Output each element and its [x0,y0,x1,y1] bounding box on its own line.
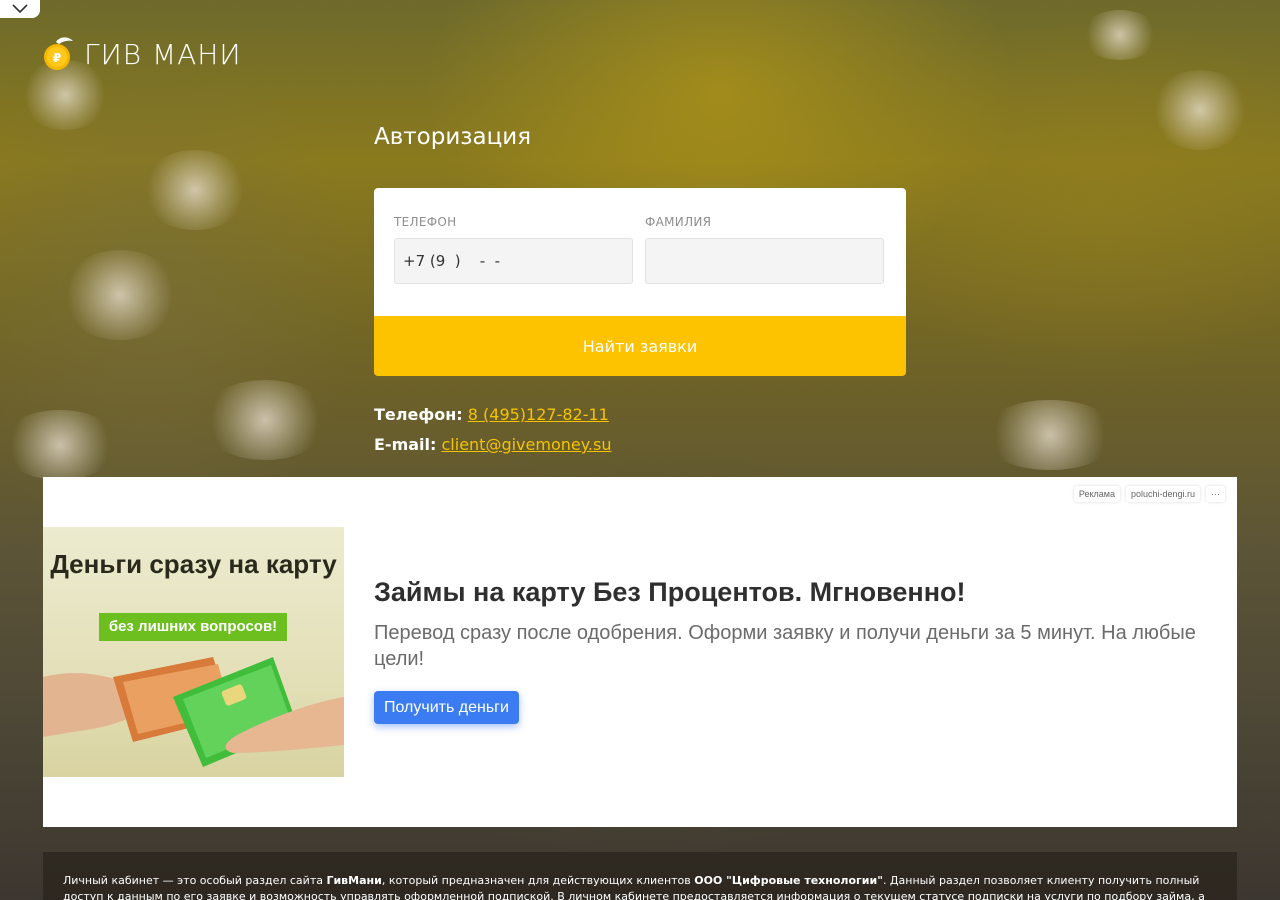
coin-symbol: ₽ [53,51,61,65]
background-blossom [0,410,120,480]
ad-text: Перевод сразу после одобрения. Оформи за… [374,622,1196,670]
contact-email-link[interactable]: client@givemoney.su [442,435,612,454]
chevron-down-icon [12,4,28,14]
contact-phone-label: Телефон: [374,405,463,424]
coin-icon: ₽ [44,37,73,70]
contact-phone-row: Телефон: 8 (495)127-82-11 [374,400,611,430]
phone-input[interactable] [394,238,633,284]
background-blossom [140,150,250,230]
ad-tags: Реклама poluchi-dengi.ru ··· [1073,486,1225,502]
surname-input[interactable] [645,238,884,284]
ad-banner[interactable]: Реклама poluchi-dengi.ru ··· Деньги сраз… [43,477,1237,827]
ad-image[interactable]: Деньги сразу на карту без лишних вопросо… [43,527,344,777]
background-blossom [1080,10,1160,60]
collapse-toggle[interactable] [0,0,40,18]
hands-with-card-illustration [43,657,344,767]
auth-form: ТЕЛЕФОН ФАМИЛИЯ [374,188,906,316]
footer-company: ООО "Цифровые технологии" [694,874,883,887]
get-money-button[interactable]: Получить деньги [374,691,519,724]
ad-more-menu-button[interactable]: ··· [1206,486,1225,502]
ad-domain-badge[interactable]: poluchi-dengi.ru [1125,486,1200,502]
background-blossom [1150,70,1250,150]
site-logo[interactable]: ₽ ГИВ МАНИ [42,36,241,72]
brand-name: ГИВ МАНИ [84,37,242,71]
find-applications-button[interactable]: Найти заявки [374,316,906,376]
contact-email-label: E-mail: [374,435,437,454]
phone-label: ТЕЛЕФОН [394,215,457,229]
contact-phone-link[interactable]: 8 (495)127-82-11 [468,405,609,424]
footer-text: , который предназначен для действующих к… [381,874,695,887]
contact-email-row: E-mail: client@givemoney.su [374,430,611,460]
contacts: Телефон: 8 (495)127-82-11 E-mail: client… [374,400,611,460]
ad-headline[interactable]: Займы на карту Без Процентов. Мгновенно! [374,577,965,608]
footer-brand: ГивМани [326,874,382,887]
background-blossom [980,400,1120,470]
ad-label-badge[interactable]: Реклама [1073,486,1120,502]
footer-text: Личный кабинет — это особый раздел сайта [63,874,327,887]
page-title: Авторизация [374,124,532,150]
footer-description: Личный кабинет — это особый раздел сайта… [43,852,1237,900]
background-blossom [60,250,180,340]
surname-label: ФАМИЛИЯ [645,215,712,229]
background-blossom [200,380,330,460]
